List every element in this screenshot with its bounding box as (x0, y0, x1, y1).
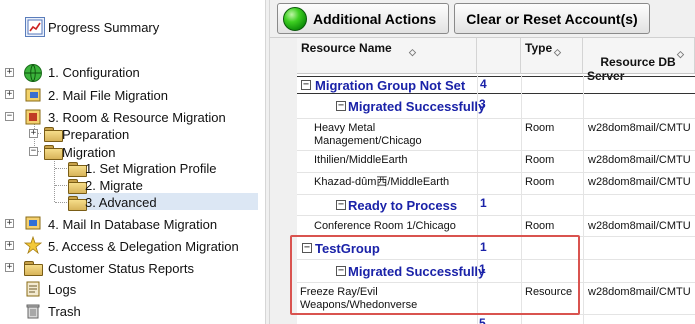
clear-reset-label: Clear or Reset Account(s) (466, 10, 638, 27)
sort-icon: ◇ (554, 47, 561, 57)
subgroup-count: 3 (479, 97, 486, 111)
collapse-room-resource-toggle[interactable]: − (5, 112, 14, 121)
column-header-resource-name[interactable]: Resource Name ◇ (297, 38, 477, 74)
table-row-name[interactable]: Conference Room 1/Chicago (314, 220, 456, 233)
nav-item-mail-file-migration[interactable]: 2. Mail File Migration (48, 88, 168, 103)
nav-item-room-resource-migration[interactable]: 3. Room & Resource Migration (48, 110, 226, 125)
expand-configuration-toggle[interactable]: + (5, 68, 14, 77)
group-count: 4 (480, 77, 487, 91)
resource-grid: Resource Name ◇ Type ◇ Resource DB Serve… (297, 38, 695, 324)
folder-open-icon (44, 145, 63, 160)
expand-mail-file-toggle[interactable]: + (5, 90, 14, 99)
nav-item-migration[interactable]: Migration (62, 145, 115, 160)
folder-icon (44, 127, 63, 142)
collapse-subgroup-toggle[interactable]: − (336, 101, 346, 111)
column-header-type[interactable]: Type ◇ (521, 38, 583, 74)
table-row-name[interactable]: Heavy Metal Management/Chicago (314, 122, 422, 148)
subgroup-count: 1 (479, 262, 486, 276)
trailing-count: 5 (479, 316, 486, 324)
additional-actions-label: Additional Actions (313, 10, 437, 27)
progress-summary-icon (25, 17, 45, 37)
nav-item-access-delegation-migration[interactable]: 5. Access & Delegation Migration (48, 239, 239, 254)
table-row-server: w28dom8mail/CMTU (588, 122, 691, 134)
nav-item-set-migration-profile[interactable]: 1. Set Migration Profile (85, 161, 217, 176)
table-row-type: Room (525, 176, 555, 188)
table-row-type: Room (525, 122, 555, 134)
table-row-name[interactable]: Khazad-dûm西/MiddleEarth (314, 176, 449, 189)
folder-icon (24, 261, 43, 276)
subgroup-label: Migrated Successfully (348, 99, 486, 114)
column-header-spacer (477, 38, 521, 74)
table-row-type: Resource (525, 286, 573, 298)
trash-icon (24, 302, 42, 320)
room-resource-icon (24, 108, 42, 126)
sort-icon: ◇ (409, 47, 416, 57)
navigation-tree: Progress Summary + 1. Configuration + 2.… (0, 0, 265, 324)
sort-icon: ◇ (677, 49, 684, 59)
nav-item-migrate[interactable]: 2. Migrate (85, 178, 143, 193)
folder-icon (68, 179, 87, 194)
subgroup-label: Migrated Successfully (348, 264, 486, 279)
group-label: Migration Group Not Set (315, 78, 466, 93)
subgroup-label: Ready to Process (348, 198, 458, 213)
mail-file-icon (24, 86, 42, 104)
collapse-subgroup-toggle[interactable]: − (336, 266, 346, 276)
toolbar: Additional Actions Clear or Reset Accoun… (270, 0, 695, 38)
collapse-migration-toggle[interactable]: − (29, 147, 38, 156)
table-row-type: Room (525, 154, 555, 166)
nav-item-customer-status-reports[interactable]: Customer Status Reports (48, 261, 194, 276)
nav-item-trash[interactable]: Trash (48, 304, 81, 319)
grid-row-gutter (270, 38, 297, 324)
folder-icon (68, 196, 87, 211)
table-row-name[interactable]: Ithilien/MiddleEarth (314, 154, 408, 167)
collapse-group-toggle[interactable]: − (301, 80, 311, 90)
expand-delegation-toggle[interactable]: + (5, 241, 14, 250)
expand-preparation-toggle[interactable]: + (29, 129, 38, 138)
table-row-server: w28dom8mail/CMTU (588, 176, 691, 188)
table-row-server: w28dom8mail/CMTU (588, 286, 691, 298)
table-row-type: Room (525, 220, 555, 232)
nav-item-preparation[interactable]: Preparation (62, 127, 129, 142)
globe-icon (23, 63, 43, 83)
table-row-server: w28dom8mail/CMTU (588, 154, 691, 166)
collapse-group-toggle[interactable]: − (302, 243, 312, 253)
mail-in-db-icon (24, 214, 42, 232)
group-label: TestGroup (315, 241, 380, 256)
additional-actions-button[interactable]: Additional Actions (277, 3, 449, 34)
expand-mail-in-db-toggle[interactable]: + (5, 219, 14, 228)
folder-icon (68, 162, 87, 177)
clear-reset-accounts-button[interactable]: Clear or Reset Account(s) (454, 3, 650, 34)
collapse-subgroup-toggle[interactable]: − (336, 200, 346, 210)
green-status-icon (283, 6, 307, 31)
nav-item-logs[interactable]: Logs (48, 282, 76, 297)
nav-item-configuration[interactable]: 1. Configuration (48, 65, 140, 80)
group-count: 1 (480, 240, 487, 254)
nav-item-progress-summary[interactable]: Progress Summary (48, 20, 159, 35)
nav-item-advanced[interactable]: 3. Advanced (85, 195, 157, 210)
logs-icon (24, 280, 42, 298)
expand-customer-status-toggle[interactable]: + (5, 263, 14, 272)
delegation-icon (23, 235, 43, 255)
nav-item-mail-in-database-migration[interactable]: 4. Mail In Database Migration (48, 217, 217, 232)
column-header-server[interactable]: Resource DB Server ◇ (583, 38, 695, 83)
table-row-name[interactable]: Freeze Ray/Evil Weapons/Whedonverse (300, 286, 417, 312)
subgroup-count: 1 (480, 196, 487, 210)
table-row-server: w28dom8mail/CMTU (588, 220, 691, 232)
